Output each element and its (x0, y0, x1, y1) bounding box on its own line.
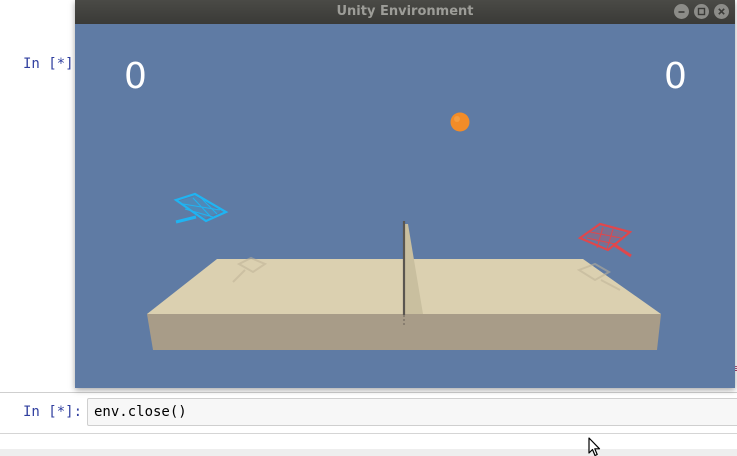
left-racket (173, 192, 229, 224)
unity-environment-window[interactable]: Unity Environment 0 0 (75, 0, 735, 388)
ball (450, 112, 470, 132)
notebook-footer-strip (0, 449, 737, 456)
cell-prompt: In [*]: (23, 56, 83, 72)
cell-prompt: In [*]: (23, 404, 83, 420)
tennis-scene (147, 112, 661, 350)
right-racket (577, 222, 633, 258)
window-controls (674, 4, 729, 19)
score-right: 0 (664, 56, 687, 97)
code-input-area[interactable]: env.close() (87, 398, 737, 426)
score-left: 0 (124, 56, 147, 97)
close-icon[interactable] (714, 4, 729, 19)
mouse-pointer-icon (588, 437, 601, 456)
cell-divider (0, 392, 737, 393)
maximize-icon[interactable] (694, 4, 709, 19)
minimize-icon[interactable] (674, 4, 689, 19)
window-titlebar[interactable]: Unity Environment (75, 0, 735, 24)
game-viewport[interactable]: 0 0 (75, 24, 735, 388)
notebook-divider (0, 433, 737, 434)
window-title: Unity Environment (336, 4, 474, 19)
jupyter-notebook-page: In [*]: ≡ In [*]: env.close() Unity Envi… (0, 0, 737, 456)
code-text[interactable]: env.close() (94, 404, 187, 420)
